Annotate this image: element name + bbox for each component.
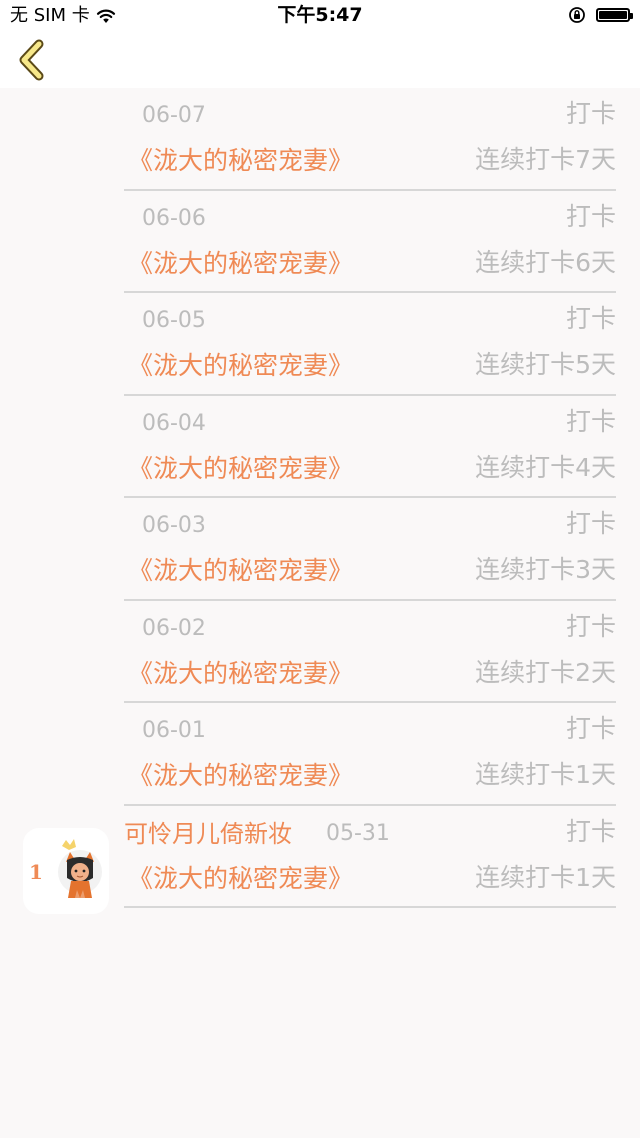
list-item: 06-04 打卡《泷大的秘密宠妻》 连续打卡4天 [0,396,640,498]
book-title-link[interactable]: 《泷大的秘密宠妻》 [128,349,353,383]
checkin-date: 06-06 [142,205,206,231]
list-item: 06-02 打卡《泷大的秘密宠妻》 连续打卡2天 [0,601,640,703]
fox-girl-avatar-icon [58,838,102,898]
list-item-content: 06-02 打卡《泷大的秘密宠妻》 连续打卡2天 [124,601,616,703]
streak-count: 连续打卡1天 [475,862,616,892]
username[interactable]: 可怜月儿倚新妆 [124,818,292,850]
orientation-lock-icon [569,7,585,23]
status-indicators [568,6,633,24]
list-item: 06-05 打卡《泷大的秘密宠妻》 连续打卡5天 [0,293,640,396]
checkin-list: 06-07 打卡 《泷大的秘密宠妻》 连续打卡7天 06-06 打卡 《泷大的秘密宠妻》 连续… [0,88,640,914]
book-title-link[interactable]: 《泷大的秘密宠妻》 [128,452,353,486]
checkin-label: 打卡 [565,406,616,436]
checkin-label: 打卡 [565,714,616,743]
book-title-link[interactable]: 《泷大的秘密宠妻》 [128,144,353,178]
book-title-link[interactable]: 《泷大的秘密宠妻》 [128,554,353,588]
list-item-first: 1 可怜月儿倚新妆 05-31 打卡 《泷大的秘密宠妻》 连续打卡1天 [0,806,640,914]
list-item-content: 06-06 打卡《泷大的秘密宠妻》 连续打卡6天 [124,191,616,293]
battery-level [599,11,627,19]
list-item-content: 06-04 打卡《泷大的秘密宠妻》 连续打卡4天 [124,396,616,498]
checkin-label: 打卡 [565,99,616,128]
checkin-date: 06-01 [142,718,206,743]
streak-count: 连续打卡2天 [475,657,616,687]
avatar-card[interactable]: 1 [23,827,109,914]
streak-count: 连续打卡3天 [475,555,616,584]
checkin-label: 打卡 [565,201,616,231]
checkin-date: 06-05 [142,308,206,333]
checkin-date: 06-07 [142,103,206,128]
list-item-content: 06-07 打卡《泷大的秘密宠妻》 连续打卡7天 [124,88,616,191]
list-item: 06-03 打卡《泷大的秘密宠妻》 连续打卡3天 [0,498,640,601]
streak-count: 连续打卡7天 [475,145,616,174]
checkin-label: 打卡 [565,816,616,846]
status-time: 下午5:47 [277,4,363,26]
back-button[interactable] [8,36,56,84]
list-item-content: 06-03 打卡《泷大的秘密宠妻》 连续打卡3天 [124,498,616,601]
nav-bar [0,32,640,88]
streak-count: 连续打卡1天 [475,760,616,789]
battery-icon [596,8,633,22]
streak-count: 连续打卡5天 [475,350,616,379]
list-item: 06-01 打卡《泷大的秘密宠妻》 连续打卡1天 [0,703,640,806]
checkin-date: 06-02 [142,615,206,641]
list-item: 06-07 打卡《泷大的秘密宠妻》 连续打卡7天 [0,88,640,191]
chevron-left-icon [19,39,44,81]
streak-count: 连续打卡6天 [475,247,616,277]
checkin-label: 打卡 [565,509,616,538]
list-item-content: 06-05 打卡《泷大的秘密宠妻》 连续打卡5天 [124,293,616,396]
checkin-date: 05-31 [326,820,390,846]
status-bar: 无 SIM 卡 下午5:47 [0,0,640,32]
rank-number: 1 [29,859,43,884]
book-title-link[interactable]: 《泷大的秘密宠妻》 [128,247,353,281]
book-title-link[interactable]: 《泷大的秘密宠妻》 [128,657,353,691]
checkin-date: 06-04 [142,410,206,436]
streak-count: 连续打卡4天 [475,452,616,482]
checkin-date: 06-03 [142,513,206,538]
checkin-label: 打卡 [565,611,616,641]
list-item-content: 可怜月儿倚新妆 05-31 打卡 《泷大的秘密宠妻》 连续打卡1天 [124,806,616,908]
checkin-label: 打卡 [565,304,616,333]
list-item-content: 06-01 打卡《泷大的秘密宠妻》 连续打卡1天 [124,703,616,806]
book-title-link[interactable]: 《泷大的秘密宠妻》 [128,759,353,793]
book-title-link[interactable]: 《泷大的秘密宠妻》 [128,862,353,896]
list-item: 06-06 打卡《泷大的秘密宠妻》 连续打卡6天 [0,191,640,293]
